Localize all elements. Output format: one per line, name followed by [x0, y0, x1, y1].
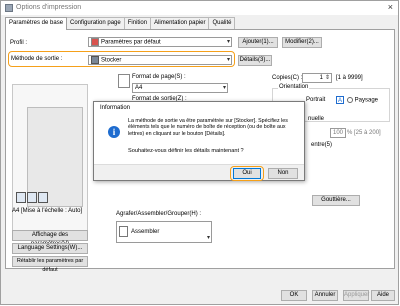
- zoom-range: % [25 à 200]: [347, 130, 381, 136]
- zoom-input[interactable]: 100: [330, 128, 346, 138]
- layout-summary: A4 [Mise à l'échelle : Auto]: [12, 208, 83, 214]
- tab-quality[interactable]: Qualité: [208, 17, 236, 29]
- yes-button[interactable]: Oui: [233, 168, 261, 179]
- dialog-title: Information: [94, 102, 304, 114]
- help-button[interactable]: Aide: [371, 290, 395, 301]
- landscape-option[interactable]: Paysage: [347, 97, 378, 104]
- tab-basic-settings[interactable]: Paramètres de base: [5, 17, 68, 30]
- page-layout-icon: [38, 192, 48, 203]
- details-button[interactable]: Détails(3)...: [238, 55, 272, 66]
- chevron-down-icon: ▾: [226, 39, 230, 45]
- manual-fragment: nuelle: [308, 116, 325, 122]
- output-method-select[interactable]: Stocker ▾: [88, 55, 232, 65]
- modify-profile-button[interactable]: Modifier(2)...: [282, 37, 322, 48]
- information-dialog: Information i La méthode de sortie va êt…: [93, 101, 305, 181]
- staple-label: Agrafer/Assembler/Grouper(H) :: [116, 211, 202, 217]
- page-format-value: A4: [135, 85, 143, 91]
- layout-icons[interactable]: [16, 192, 56, 204]
- dialog-footer: Oui Non: [94, 164, 304, 181]
- tab-finishing[interactable]: Finition: [123, 17, 152, 29]
- profile-select[interactable]: Paramètres par défaut ▾: [88, 37, 232, 47]
- chevron-down-icon: ▾: [206, 235, 210, 241]
- copies-label: Copies(C) :: [272, 75, 303, 81]
- page-format-select[interactable]: A4 ▾: [132, 83, 228, 93]
- no-button[interactable]: Non: [268, 168, 298, 179]
- landscape-label: Paysage: [354, 97, 379, 104]
- page-format-label: Format de page(S) :: [132, 74, 186, 80]
- tab-paper-source[interactable]: Alimentation papier: [150, 17, 210, 29]
- add-profile-button[interactable]: Ajouter(1)...: [238, 37, 278, 48]
- collate-icon: [119, 225, 128, 237]
- copies-value: 1: [319, 75, 323, 81]
- page-layout-icon: [16, 192, 26, 203]
- landscape-icon: A: [336, 96, 344, 104]
- print-options-window: Options d'impression × Paramètres de bas…: [0, 0, 399, 305]
- cancel-button[interactable]: Annuler: [312, 290, 338, 301]
- tab-strip: Paramètres de base Configuration page Fi…: [5, 17, 236, 30]
- language-settings-button[interactable]: Language Settings(W)...: [12, 243, 88, 254]
- output-method-label: Méthode de sortie :: [11, 56, 63, 62]
- page-layout-icon: [27, 192, 37, 203]
- show-settings-button[interactable]: Affichage des paramètres(V): [12, 230, 88, 247]
- restore-defaults-button[interactable]: Rétablir les paramètres par défaut: [12, 256, 88, 273]
- window-title: Options d'impression: [16, 4, 82, 11]
- info-icon: i: [108, 126, 120, 138]
- dialog-body: i La méthode de sortie va être paramétré…: [94, 114, 304, 164]
- profile-value: Paramètres par défaut: [101, 39, 161, 46]
- printer-window-icon: [5, 4, 13, 12]
- profile-label: Profil :: [10, 40, 28, 46]
- output-method-value: Stocker: [101, 57, 122, 64]
- portrait-label: Portrait: [306, 97, 326, 103]
- center-fragment: entre(5): [311, 142, 333, 148]
- copies-range: [1 à 9999]: [336, 75, 363, 81]
- spinner-icon[interactable]: ⇕: [325, 74, 330, 82]
- profile-icon: [91, 38, 99, 46]
- staple-value: Assembler: [131, 229, 160, 235]
- copies-input[interactable]: 1 ⇕: [302, 73, 332, 83]
- chevron-down-icon: ▾: [226, 57, 230, 63]
- page-size-icon: [118, 74, 130, 88]
- close-icon[interactable]: ×: [388, 2, 393, 12]
- tab-page-setup[interactable]: Configuration page: [66, 17, 125, 29]
- dialog-message: La méthode de sortie va être paramétrée …: [128, 118, 288, 137]
- staple-select[interactable]: Assembler ▾: [116, 221, 212, 243]
- chevron-down-icon: ▾: [222, 85, 226, 91]
- zoom-value: 100: [333, 130, 344, 136]
- orientation-label: Orientation: [278, 84, 310, 90]
- stocker-icon: [91, 56, 99, 64]
- apply-button[interactable]: Appliquer: [343, 290, 369, 301]
- dialog-question: Souhaitez-vous définir les détails maint…: [128, 148, 244, 154]
- ok-button[interactable]: OK: [281, 290, 307, 301]
- landscape-radio[interactable]: [347, 97, 353, 103]
- portrait-option[interactable]: Portrait: [306, 97, 325, 103]
- title-bar: Options d'impression ×: [1, 1, 398, 15]
- gutter-button[interactable]: Gouttière...: [312, 195, 360, 206]
